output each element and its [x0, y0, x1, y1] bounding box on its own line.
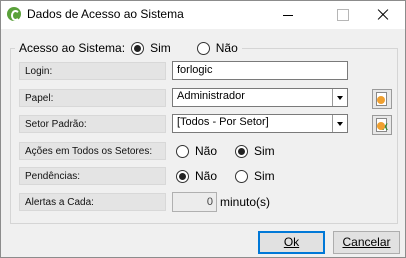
pendencias-label: Pendências:	[19, 167, 166, 185]
access-label: Acesso ao Sistema:	[19, 41, 126, 55]
acoes-label: Ações em Todos os Setores:	[19, 142, 166, 160]
papel-select[interactable]: Administrador	[172, 88, 348, 107]
minimize-button[interactable]	[265, 1, 311, 29]
radio-indicator	[176, 169, 189, 183]
papel-label: Papel:	[19, 89, 166, 107]
papel-action-button[interactable]	[372, 89, 392, 109]
spreadsheet-icon: X	[376, 118, 388, 132]
alertas-label: Alertas a Cada:	[19, 193, 166, 211]
login-input[interactable]: forlogic	[172, 61, 348, 80]
setor-action-button[interactable]: X	[372, 115, 392, 135]
ok-button[interactable]: Ok	[258, 231, 325, 254]
title-bar: Dados de Acesso ao Sistema	[1, 1, 405, 29]
pendencias-nao-radio[interactable]: Não	[176, 169, 217, 183]
radio-indicator	[235, 144, 248, 158]
papel-value: Administrador	[177, 90, 245, 102]
window-title: Dados de Acesso ao Sistema	[27, 7, 184, 21]
radio-indicator	[196, 41, 210, 55]
chevron-down-icon[interactable]	[332, 89, 347, 106]
setor-value: [Todos - Por Setor]	[177, 116, 269, 128]
alertas-unit: minuto(s)	[220, 195, 271, 209]
access-sim-radio[interactable]: Sim	[131, 41, 171, 55]
close-button[interactable]	[359, 1, 405, 29]
radio-indicator	[131, 41, 145, 55]
chevron-down-icon[interactable]	[332, 115, 347, 132]
document-add-icon	[376, 92, 387, 106]
access-nao-radio[interactable]: Não	[196, 41, 238, 55]
radio-indicator	[176, 144, 189, 158]
login-label: Login:	[19, 62, 166, 80]
cancel-button[interactable]: Cancelar	[333, 231, 400, 254]
acoes-nao-radio[interactable]: Não	[176, 144, 217, 158]
pendencias-sim-radio[interactable]: Sim	[235, 169, 275, 183]
app-logo-icon	[7, 7, 21, 21]
setor-select[interactable]: [Todos - Por Setor]	[172, 114, 348, 133]
radio-indicator	[235, 169, 248, 183]
alertas-input[interactable]: 0	[172, 192, 217, 212]
access-group-legend: Acesso ao Sistema: Sim Não	[15, 39, 242, 57]
acoes-sim-radio[interactable]: Sim	[235, 144, 275, 158]
setor-label: Setor Padrão:	[19, 115, 166, 133]
dialog-window: Dados de Acesso ao Sistema Acesso ao Sis…	[0, 0, 406, 258]
